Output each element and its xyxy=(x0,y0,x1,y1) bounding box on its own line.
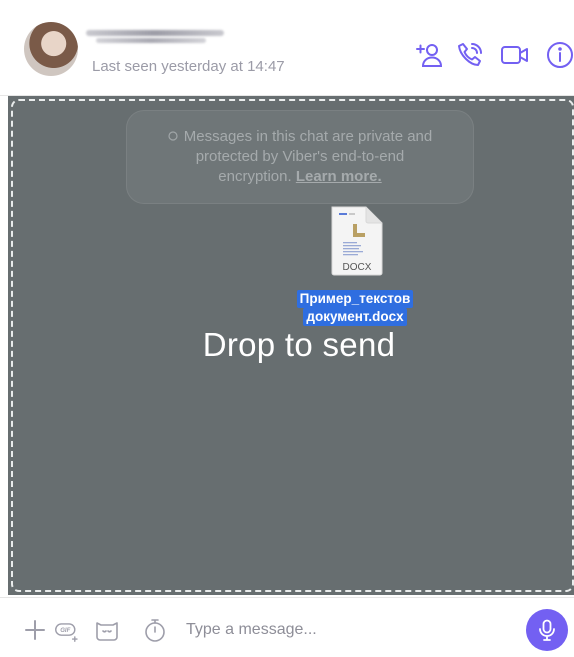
timer-icon[interactable] xyxy=(142,617,168,643)
file-type-label: DOCX xyxy=(342,262,372,273)
plus-icon[interactable] xyxy=(22,617,48,643)
encryption-notice: Messages in this chat are private and pr… xyxy=(126,110,474,204)
message-composer: GIF xyxy=(0,597,574,657)
phone-call-icon[interactable] xyxy=(455,40,485,70)
svg-text:GIF: GIF xyxy=(60,628,70,634)
chat-drop-zone[interactable]: Messages in this chat are private and pr… xyxy=(8,96,574,595)
sticker-icon[interactable] xyxy=(94,617,120,643)
learn-more-link[interactable]: Learn more. xyxy=(296,168,382,185)
redacted-bar xyxy=(96,38,206,43)
encryption-notice-line: Messages in this chat are private and xyxy=(127,127,473,147)
microphone-icon[interactable] xyxy=(526,609,568,651)
dragged-file-name: Пример_текстов документ.docx xyxy=(290,290,420,326)
file-name-line: Пример_текстов xyxy=(296,290,414,308)
chat-header: Last seen yesterday at 14:47 xyxy=(0,0,574,96)
gif-icon[interactable]: GIF xyxy=(54,617,80,643)
contact-name-redacted[interactable] xyxy=(86,30,224,44)
file-name-line: документ.docx xyxy=(303,308,407,326)
message-input[interactable] xyxy=(186,618,506,642)
encryption-notice-line: protected by Viber's end-to-end xyxy=(195,148,405,165)
add-participant-icon[interactable] xyxy=(414,40,444,70)
viber-chat-window: Last seen yesterday at 14:47 Messages in… xyxy=(0,0,574,657)
lock-icon xyxy=(168,127,178,141)
drop-to-send-label: Drop to send xyxy=(202,326,396,363)
encryption-notice-line: encryption. Learn more. xyxy=(218,168,382,185)
last-seen-status: Last seen yesterday at 14:47 xyxy=(92,58,285,75)
avatar[interactable] xyxy=(24,22,78,76)
video-camera-icon[interactable] xyxy=(500,40,530,70)
info-icon[interactable] xyxy=(545,40,574,70)
redacted-bar xyxy=(86,30,224,36)
